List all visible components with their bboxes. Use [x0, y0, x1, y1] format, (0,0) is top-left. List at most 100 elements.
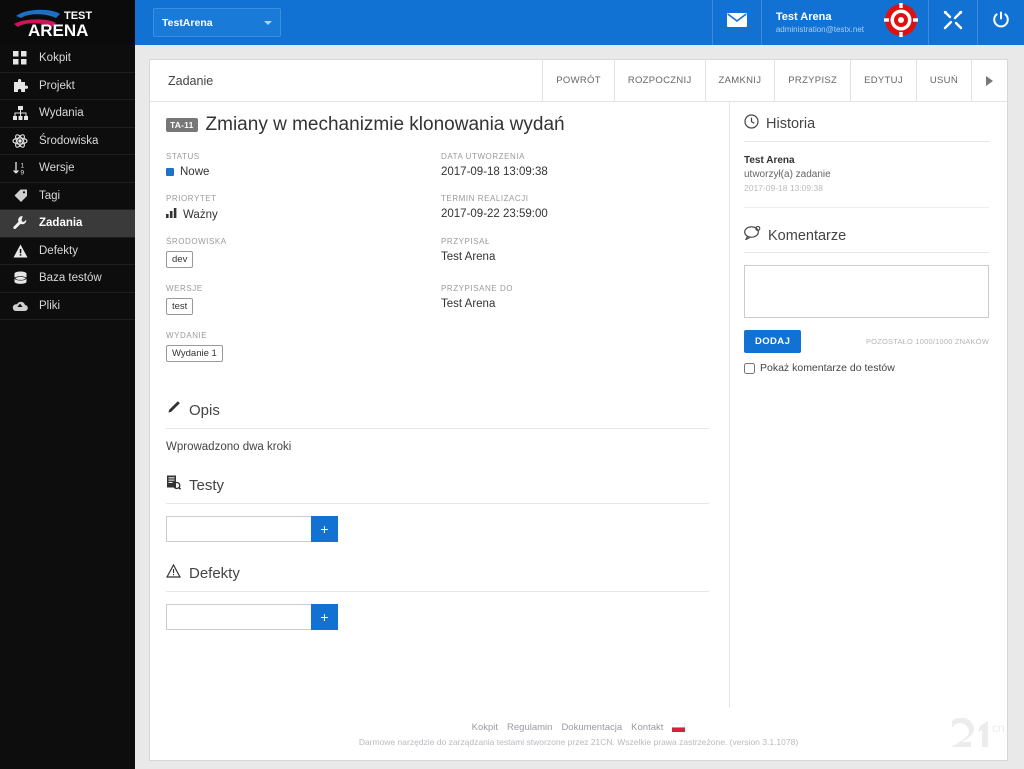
show-test-comments-row[interactable]: Pokaż komentarze do testów [744, 362, 989, 374]
character-counter: POZOSTAŁO 1000/1000 ZNAKÓW [865, 337, 989, 346]
wrench-icon [10, 214, 30, 232]
field-value: test [166, 298, 441, 315]
cloud-icon [10, 297, 30, 315]
edit-button[interactable]: EDYTUJ [850, 60, 916, 101]
description-header: Opis [166, 400, 709, 429]
more-actions-button[interactable] [971, 60, 1007, 101]
history-author: Test Arena [744, 155, 795, 166]
field-release: WYDANIE Wydanie 1 [166, 331, 441, 362]
brand-button[interactable] [874, 3, 928, 42]
field-value: Ważny [166, 208, 441, 221]
footer-link-dokumentacja[interactable]: Dokumentacja [561, 722, 622, 733]
field-value: 2017-09-22 23:59:00 [441, 208, 548, 220]
sidebar-item-label: Defekty [39, 244, 78, 257]
tests-input[interactable] [166, 516, 311, 542]
tests-picker: + [166, 516, 709, 542]
field-created-date: DATA UTWORZENIA 2017-09-18 13:09:38 [441, 152, 709, 178]
sidebar-item-label: Baza testów [39, 272, 102, 285]
comment-actions: DODAJ POZOSTAŁO 1000/1000 ZNAKÓW [744, 330, 989, 353]
sidebar-item-defekty[interactable]: Defekty [0, 237, 135, 265]
sidebar-item-wydania[interactable]: Wydania [0, 100, 135, 128]
tests-header: Testy [166, 475, 709, 504]
description-section: Opis Wprowadzono dwa kroki [166, 400, 709, 453]
delete-button[interactable]: USUŃ [915, 60, 971, 101]
sidebar-item-zadania[interactable]: Zadania [0, 210, 135, 238]
back-button[interactable]: POWRÓT [542, 60, 614, 101]
clock-icon [744, 114, 759, 134]
warning-triangle-icon [165, 563, 182, 583]
add-comment-button[interactable]: DODAJ [744, 330, 802, 353]
user-email: administration@testx.net [775, 24, 864, 34]
defects-input[interactable] [166, 604, 311, 630]
field-assigned-by: PRZYPISAŁ Test Arena [441, 237, 709, 268]
assign-button[interactable]: PRZYPISZ [774, 60, 850, 101]
sidebar-item-label: Tagi [39, 189, 61, 202]
project-selector[interactable]: TestArena [153, 8, 281, 37]
sidebar-item-baza-testow[interactable]: Baza testów [0, 265, 135, 293]
sidebar-item-label: Zadania [39, 217, 83, 230]
show-test-comments-label: Pokaż komentarze do testów [760, 362, 895, 374]
field-status: STATUS Nowe [166, 152, 441, 178]
polish-flag-icon[interactable] [672, 722, 686, 732]
field-label: PRIORYTET [166, 194, 217, 203]
sidebar-item-tagi[interactable]: Tagi [0, 182, 135, 210]
field-due-date: TERMIN REALIZACJI 2017-09-22 23:59:00 [441, 194, 709, 221]
show-test-comments-checkbox[interactable] [744, 362, 755, 374]
defects-add-button[interactable]: + [311, 604, 338, 630]
footer-link-kokpit[interactable]: Kokpit [472, 722, 498, 733]
sidebar-nav: Kokpit Projekt Wydania Środowiska 1 9 We… [0, 45, 135, 320]
field-environments: ŚRODOWISKA dev [166, 237, 441, 268]
main-area: TestArena Test Arena administration@test… [135, 0, 1024, 769]
version-chip[interactable]: test [166, 298, 194, 315]
environment-chip[interactable]: dev [166, 251, 194, 268]
history-title: Historia [766, 116, 816, 132]
warning-icon [10, 242, 30, 260]
sidebar-item-projekt[interactable]: Projekt [0, 72, 135, 100]
close-button[interactable]: ZAMKNIJ [704, 60, 775, 101]
chevron-down-icon [264, 20, 272, 25]
sort-numeric-icon: 19 [10, 159, 30, 177]
history-entry: Test Arena utworzył(a) zadanie 2017-09-1… [744, 154, 989, 208]
sidebar-column: Historia Test Arena utworzył(a) zadanie … [729, 102, 1007, 708]
sidebar-item-wersje[interactable]: 19 Wersje [0, 155, 135, 183]
user-name: Test Arena [775, 10, 832, 23]
test-list-icon [166, 475, 182, 495]
footer-link-kontakt[interactable]: Kontakt [631, 722, 663, 733]
history-timestamp: 2017-09-18 13:09:38 [744, 183, 823, 193]
start-button[interactable]: ROZPOCZNIJ [613, 60, 705, 101]
tests-add-button[interactable]: + [311, 516, 338, 542]
section-title: Opis [189, 401, 220, 419]
section-title: Defekty [189, 565, 240, 582]
brand-target-icon [884, 3, 918, 42]
comment-textarea[interactable] [744, 265, 989, 318]
defects-picker: + [166, 604, 709, 630]
footer-copyright: Darmowe narzędzie do zarządzania testami… [358, 736, 799, 747]
user-menu[interactable]: Test Arena administration@testx.net [762, 0, 874, 45]
more-actions-arrow-icon [986, 75, 993, 86]
sidebar: TEST ARENA Kokpit Projekt Wydania Środow… [0, 0, 135, 769]
field-priority: PRIORYTET Ważny [166, 194, 441, 221]
sidebar-item-kokpit[interactable]: Kokpit [0, 45, 135, 73]
release-chip[interactable]: Wydanie 1 [166, 345, 223, 362]
database-icon [10, 269, 30, 287]
sidebar-item-pliki[interactable]: Pliki [0, 292, 135, 320]
status-square-icon [166, 168, 174, 176]
settings-button[interactable] [929, 0, 977, 45]
app-logo[interactable]: TEST ARENA [0, 0, 135, 45]
field-value: Test Arena [441, 251, 496, 263]
field-label: WYDANIE [166, 331, 208, 340]
field-label: ŚRODOWISKA [166, 237, 227, 246]
comment-icon [744, 225, 761, 245]
logout-button[interactable] [978, 0, 1024, 45]
footer-link-regulamin[interactable]: Regulamin [507, 722, 552, 733]
project-selector-label: TestArena [162, 16, 213, 29]
footer-links: Kokpit Regulamin Dokumentacja Kontakt [472, 722, 686, 733]
sidebar-item-srodowiska[interactable]: Środowiska [0, 127, 135, 155]
task-detail-card: Zadanie POWRÓT ROZPOCZNIJ ZAMKNIJ PRZYPI… [149, 59, 1008, 761]
defects-section: Defekty + [165, 563, 709, 630]
app-root: TEST ARENA Kokpit Projekt Wydania Środow… [0, 0, 1024, 769]
messages-button[interactable] [713, 0, 761, 45]
svg-text:9: 9 [21, 169, 25, 176]
svg-text:ARENA: ARENA [28, 21, 88, 40]
